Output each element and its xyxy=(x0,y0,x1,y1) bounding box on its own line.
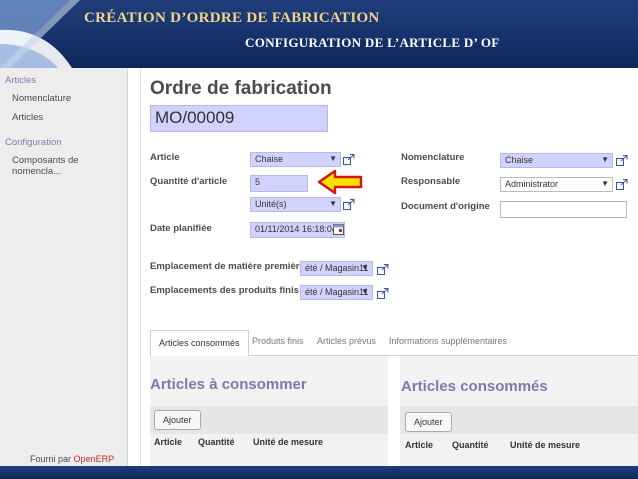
responsible-value: Administrator xyxy=(505,179,559,189)
uom-select[interactable]: Unité(s) ▼ xyxy=(250,197,341,212)
column-uom[interactable]: Unité de mesure xyxy=(510,440,580,450)
raw-location-label: Emplacement de matière première xyxy=(150,261,305,272)
planned-date-label: Date planifiée xyxy=(150,223,212,234)
to-consume-header: Article Quantité Unité de mesure xyxy=(150,434,388,452)
highlight-arrow xyxy=(317,169,363,195)
calendar-icon[interactable] xyxy=(333,224,344,235)
external-link-icon[interactable] xyxy=(616,155,628,166)
column-article[interactable]: Article xyxy=(405,440,433,450)
external-link-icon[interactable] xyxy=(377,288,389,299)
bom-value: Chaise xyxy=(505,155,534,165)
raw-location-select[interactable]: été / Magasin11 ▼ xyxy=(300,261,373,276)
slide-footer-strip xyxy=(0,466,638,479)
chevron-down-icon: ▼ xyxy=(601,155,609,164)
consumed-toolbar: Ajouter xyxy=(400,406,638,434)
to-consume-toolbar: Ajouter xyxy=(150,406,388,434)
uom-value: Unité(s) xyxy=(255,199,287,209)
page-title: Ordre de fabrication xyxy=(150,78,332,99)
manufacturing-order-form: Ordre de fabrication MO/00009 Article Ch… xyxy=(141,68,638,466)
consumed-panel: Articles consommés Ajouter Article Quant… xyxy=(400,356,638,466)
tab-finished-products[interactable]: Produits finis xyxy=(252,336,304,346)
origin-label: Document d'origine xyxy=(401,201,490,212)
sidebar-item-nomenclature[interactable]: Nomenclature xyxy=(12,93,71,104)
article-value: Chaise xyxy=(255,154,284,164)
chevron-down-icon: ▼ xyxy=(329,199,337,208)
sidebar: Articles Nomenclature Articles Configura… xyxy=(0,68,128,466)
to-consume-title: Articles à consommer xyxy=(150,376,307,393)
planned-date-field[interactable]: 01/11/2014 16:18:04 xyxy=(250,222,345,238)
openerp-link[interactable]: OpenERP xyxy=(74,454,115,464)
to-consume-panel: Articles à consommer Ajouter Article Qua… xyxy=(150,356,388,466)
sidebar-item-articles[interactable]: Articles xyxy=(12,112,43,123)
external-link-icon[interactable] xyxy=(343,154,355,165)
powered-by: Fourni par OpenERP xyxy=(30,454,114,464)
column-uom[interactable]: Unité de mesure xyxy=(253,437,323,447)
bom-select[interactable]: Chaise ▼ xyxy=(500,153,613,168)
responsible-select[interactable]: Administrator ▼ xyxy=(500,177,613,192)
quantity-field[interactable]: 5 xyxy=(250,175,308,192)
article-label: Article xyxy=(150,152,180,163)
external-link-icon[interactable] xyxy=(343,199,355,210)
add-to-consume-button[interactable]: Ajouter xyxy=(154,410,201,430)
chevron-down-icon: ▼ xyxy=(361,263,369,272)
tab-additional-info[interactable]: Informations supplémentaires xyxy=(389,336,507,346)
column-quantity[interactable]: Quantité xyxy=(452,440,489,450)
finished-location-value: été / Magasin11 xyxy=(305,287,369,297)
powered-prefix: Fourni par xyxy=(30,454,72,464)
sidebar-item-bom-components[interactable]: Composants de nomencla... xyxy=(12,155,127,177)
finished-location-label: Emplacements des produits finis xyxy=(150,285,299,296)
origin-field[interactable] xyxy=(500,201,627,218)
chevron-down-icon: ▼ xyxy=(361,287,369,296)
tab-planned-articles[interactable]: Articles prévus xyxy=(317,336,376,346)
article-select[interactable]: Chaise ▼ xyxy=(250,152,341,167)
sidebar-section-articles[interactable]: Articles xyxy=(5,75,36,86)
slide-title: CRÉATION D’ORDRE DE FABRICATION xyxy=(84,10,380,26)
tab-bar: Articles consommés Produits finis Articl… xyxy=(150,330,638,357)
consumed-header: Article Quantité Unité de mesure xyxy=(400,434,638,452)
add-consumed-button[interactable]: Ajouter xyxy=(405,412,452,432)
responsible-label: Responsable xyxy=(401,176,461,187)
raw-location-value: été / Magasin11 xyxy=(305,263,369,273)
column-quantity[interactable]: Quantité xyxy=(198,437,235,447)
slide-subtitle: CONFIGURATION DE L’ARTICLE D’ OF xyxy=(245,35,500,50)
planned-date-value: 01/11/2014 16:18:04 xyxy=(255,224,337,234)
sidebar-section-configuration[interactable]: Configuration xyxy=(5,137,62,148)
chevron-down-icon: ▼ xyxy=(329,154,337,163)
external-link-icon[interactable] xyxy=(616,179,628,190)
quantity-label: Quantité d'article xyxy=(150,176,228,187)
bom-label: Nomenclature xyxy=(401,152,465,163)
tab-consumed-articles[interactable]: Articles consommés xyxy=(150,330,249,357)
app-screenshot: Articles Nomenclature Articles Configura… xyxy=(0,68,638,466)
chevron-down-icon: ▼ xyxy=(601,179,609,188)
column-article[interactable]: Article xyxy=(154,437,182,447)
slide-banner: CRÉATION D’ORDRE DE FABRICATION CONFIGUR… xyxy=(0,0,638,68)
order-reference-field[interactable]: MO/00009 xyxy=(150,105,328,132)
finished-location-select[interactable]: été / Magasin11 ▼ xyxy=(300,285,373,300)
external-link-icon[interactable] xyxy=(377,264,389,275)
consumed-title: Articles consommés xyxy=(401,378,548,395)
